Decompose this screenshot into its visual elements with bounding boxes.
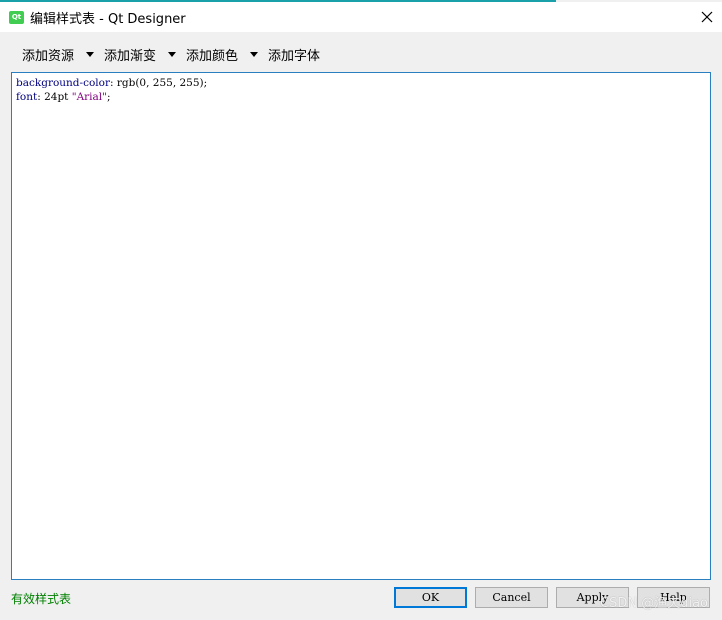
- css-terminator: ;: [106, 91, 111, 103]
- close-icon: [701, 11, 713, 23]
- close-button[interactable]: [692, 2, 722, 32]
- code-line: font: 24pt "Arial";: [16, 90, 706, 104]
- css-value: 24pt: [44, 91, 72, 103]
- css-separator: :: [109, 77, 117, 89]
- window-title: 编辑样式表 - Qt Designer: [30, 11, 186, 27]
- css-string-value: "Arial": [71, 91, 107, 103]
- add-gradient-button[interactable]: 添加渐变: [94, 42, 177, 66]
- dropdown-arrow-icon[interactable]: [250, 51, 259, 57]
- validity-status: 有效样式表: [11, 592, 72, 606]
- title-bar[interactable]: Qt 编辑样式表 - Qt Designer: [0, 2, 722, 32]
- css-value: rgb(0, 255, 255): [116, 77, 204, 89]
- add-resource-label: 添加资源: [22, 48, 75, 64]
- css-property: font: [16, 91, 38, 103]
- add-color-label: 添加颜色: [186, 48, 239, 64]
- add-resource-button[interactable]: 添加资源: [12, 42, 95, 66]
- add-gradient-label: 添加渐变: [104, 48, 157, 64]
- code-line: background-color: rgb(0, 255, 255);: [16, 76, 706, 90]
- css-property: background-color: [16, 77, 110, 89]
- stylesheet-text-editor[interactable]: background-color: rgb(0, 255, 255); font…: [11, 72, 711, 580]
- stylesheet-editor-window: Qt 编辑样式表 - Qt Designer 添加资源 添加渐变 添加颜色 添加…: [0, 0, 722, 620]
- cancel-button[interactable]: Cancel: [475, 587, 548, 608]
- add-font-label: 添加字体: [268, 48, 321, 64]
- dropdown-arrow-icon[interactable]: [168, 51, 177, 57]
- add-font-button[interactable]: 添加字体: [258, 42, 332, 66]
- dropdown-arrow-icon[interactable]: [86, 51, 95, 57]
- add-color-button[interactable]: 添加颜色: [176, 42, 259, 66]
- editor-toolbar: 添加资源 添加渐变 添加颜色 添加字体: [12, 42, 332, 66]
- qt-app-icon: Qt: [9, 10, 24, 24]
- watermark: CSDN @渔夫diao: [600, 596, 708, 611]
- css-terminator: ;: [203, 77, 208, 89]
- ok-button[interactable]: OK: [394, 587, 467, 608]
